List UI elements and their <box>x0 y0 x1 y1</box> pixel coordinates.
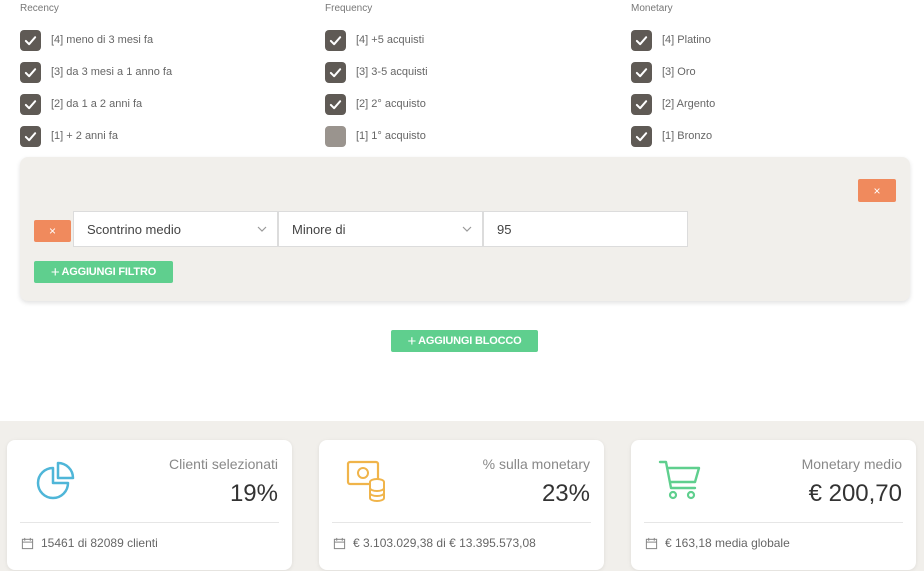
remove-filter-button[interactable]: × <box>34 220 71 242</box>
divider <box>20 522 279 523</box>
plus-icon: + <box>407 332 417 350</box>
checkbox[interactable] <box>20 125 41 147</box>
money-coins-icon <box>346 460 385 502</box>
recency-column: Recency [4] meno di 3 mesi fa [3] da 3 m… <box>20 3 172 151</box>
checkbox-label: [3] 3-5 acquisti <box>356 66 428 78</box>
monetary-option-1[interactable]: [1] Bronzo <box>631 121 715 151</box>
add-filter-label: AGGIUNGI FILTRO <box>61 266 157 278</box>
checkbox[interactable] <box>631 29 652 51</box>
calendar-icon <box>21 537 34 549</box>
divider <box>332 522 591 523</box>
check-icon <box>635 131 648 141</box>
checkbox-label: [3] Oro <box>662 66 696 78</box>
cart-icon <box>658 460 701 500</box>
monetary-option-3[interactable]: [3] Oro <box>631 57 715 87</box>
frequency-option-1[interactable]: [1] 1° acquisto <box>325 121 428 151</box>
kpi-title: % sulla monetary <box>482 456 590 472</box>
divider <box>644 522 903 523</box>
kpi-footer: € 3.103.029,38 di € 13.395.573,08 <box>333 536 536 550</box>
checkbox-label: [4] meno di 3 mesi fa <box>51 34 154 46</box>
add-filter-button[interactable]: + AGGIUNGI FILTRO <box>34 261 173 283</box>
kpi-card-clients: Clienti selezionati 19% 15461 di 82089 c… <box>7 440 292 570</box>
checkbox-label: [2] Argento <box>662 98 716 110</box>
recency-title: Recency <box>20 3 59 14</box>
kpi-title: Clienti selezionati <box>169 456 278 472</box>
kpi-value: € 200,70 <box>808 480 902 507</box>
check-icon <box>24 35 37 45</box>
rfm-filters: Recency [4] meno di 3 mesi fa [3] da 3 m… <box>0 0 924 150</box>
kpi-title: Monetary medio <box>801 456 902 472</box>
calendar-icon <box>333 537 346 549</box>
check-icon <box>24 131 37 141</box>
recency-option-1[interactable]: [1] + 2 anni fa <box>20 121 172 151</box>
check-icon <box>635 67 648 77</box>
filter-operator-select[interactable]: Minore di <box>278 211 483 247</box>
chevron-down-icon <box>462 226 472 232</box>
kpi-footer: € 163,18 media globale <box>645 536 790 550</box>
filter-operator-value: Minore di <box>292 221 346 237</box>
recency-option-2[interactable]: [2] da 1 a 2 anni fa <box>20 89 172 119</box>
filter-amount-value: 95 <box>497 221 512 237</box>
checkbox-unchecked[interactable] <box>325 125 346 147</box>
kpi-card-monetary-share: % sulla monetary 23% € 3.103.029,38 di €… <box>319 440 604 570</box>
checkbox[interactable] <box>631 125 652 147</box>
monetary-option-2[interactable]: [2] Argento <box>631 89 715 119</box>
recency-option-4[interactable]: [4] meno di 3 mesi fa <box>20 25 172 55</box>
calendar-icon <box>645 537 658 549</box>
checkbox[interactable] <box>325 29 346 51</box>
pie-chart-icon <box>36 461 75 500</box>
checkbox-label: [1] Bronzo <box>662 130 713 142</box>
frequency-column: Frequency [4] +5 acquisti [3] 3-5 acquis… <box>325 3 428 151</box>
checkbox-label: [4] +5 acquisti <box>356 34 425 46</box>
check-icon <box>635 99 648 109</box>
frequency-option-4[interactable]: [4] +5 acquisti <box>325 25 428 55</box>
checkbox[interactable] <box>20 61 41 83</box>
monetary-option-4[interactable]: [4] Platino <box>631 25 715 55</box>
filter-field-value: Scontrino medio <box>87 221 181 237</box>
kpi-section: Clienti selezionati 19% 15461 di 82089 c… <box>0 421 924 571</box>
check-icon <box>24 67 37 77</box>
filter-field-select[interactable]: Scontrino medio <box>73 211 278 247</box>
add-block-button[interactable]: + AGGIUNGI BLOCCO <box>391 330 538 352</box>
add-block-label: AGGIUNGI BLOCCO <box>418 335 522 347</box>
checkbox[interactable] <box>325 61 346 83</box>
filter-amount-input[interactable]: 95 <box>483 211 688 247</box>
remove-block-button[interactable]: × <box>858 179 896 202</box>
kpi-footer: 15461 di 82089 clienti <box>21 536 158 550</box>
recency-option-3[interactable]: [3] da 3 mesi a 1 anno fa <box>20 57 172 87</box>
frequency-title: Frequency <box>325 3 373 14</box>
checkbox[interactable] <box>325 93 346 115</box>
check-icon <box>635 35 648 45</box>
checkbox[interactable] <box>20 29 41 51</box>
monetary-title: Monetary <box>631 3 673 14</box>
kpi-card-average-monetary: Monetary medio € 200,70 € 163,18 media g… <box>631 440 916 570</box>
frequency-option-3[interactable]: [3] 3-5 acquisti <box>325 57 428 87</box>
kpi-footer-text: € 3.103.029,38 di € 13.395.573,08 <box>353 536 536 550</box>
monetary-column: Monetary [4] Platino [3] Oro [2] Argento… <box>631 3 715 151</box>
checkbox[interactable] <box>631 61 652 83</box>
check-icon <box>24 99 37 109</box>
kpi-value: 19% <box>229 480 278 507</box>
checkbox[interactable] <box>631 93 652 115</box>
kpi-footer-text: € 163,18 media globale <box>665 536 790 550</box>
check-icon <box>329 35 342 45</box>
frequency-option-2[interactable]: [2] 2° acquisto <box>325 89 428 119</box>
kpi-footer-text: 15461 di 82089 clienti <box>41 536 158 550</box>
checkbox-label: [1] + 2 anni fa <box>51 130 118 142</box>
checkbox-label: [1] 1° acquisto <box>356 130 426 142</box>
chevron-down-icon <box>257 226 267 232</box>
checkbox-label: [4] Platino <box>662 34 711 46</box>
checkbox[interactable] <box>20 93 41 115</box>
checkbox-label: [2] da 1 a 2 anni fa <box>51 98 143 110</box>
checkbox-label: [2] 2° acquisto <box>356 98 426 110</box>
plus-icon: + <box>50 263 60 281</box>
check-icon <box>329 67 342 77</box>
kpi-value: 23% <box>541 480 590 507</box>
check-icon <box>329 99 342 109</box>
filter-block: × × Scontrino medio Minore di 95 + AGGIU… <box>20 157 910 301</box>
checkbox-label: [3] da 3 mesi a 1 anno fa <box>51 66 173 78</box>
